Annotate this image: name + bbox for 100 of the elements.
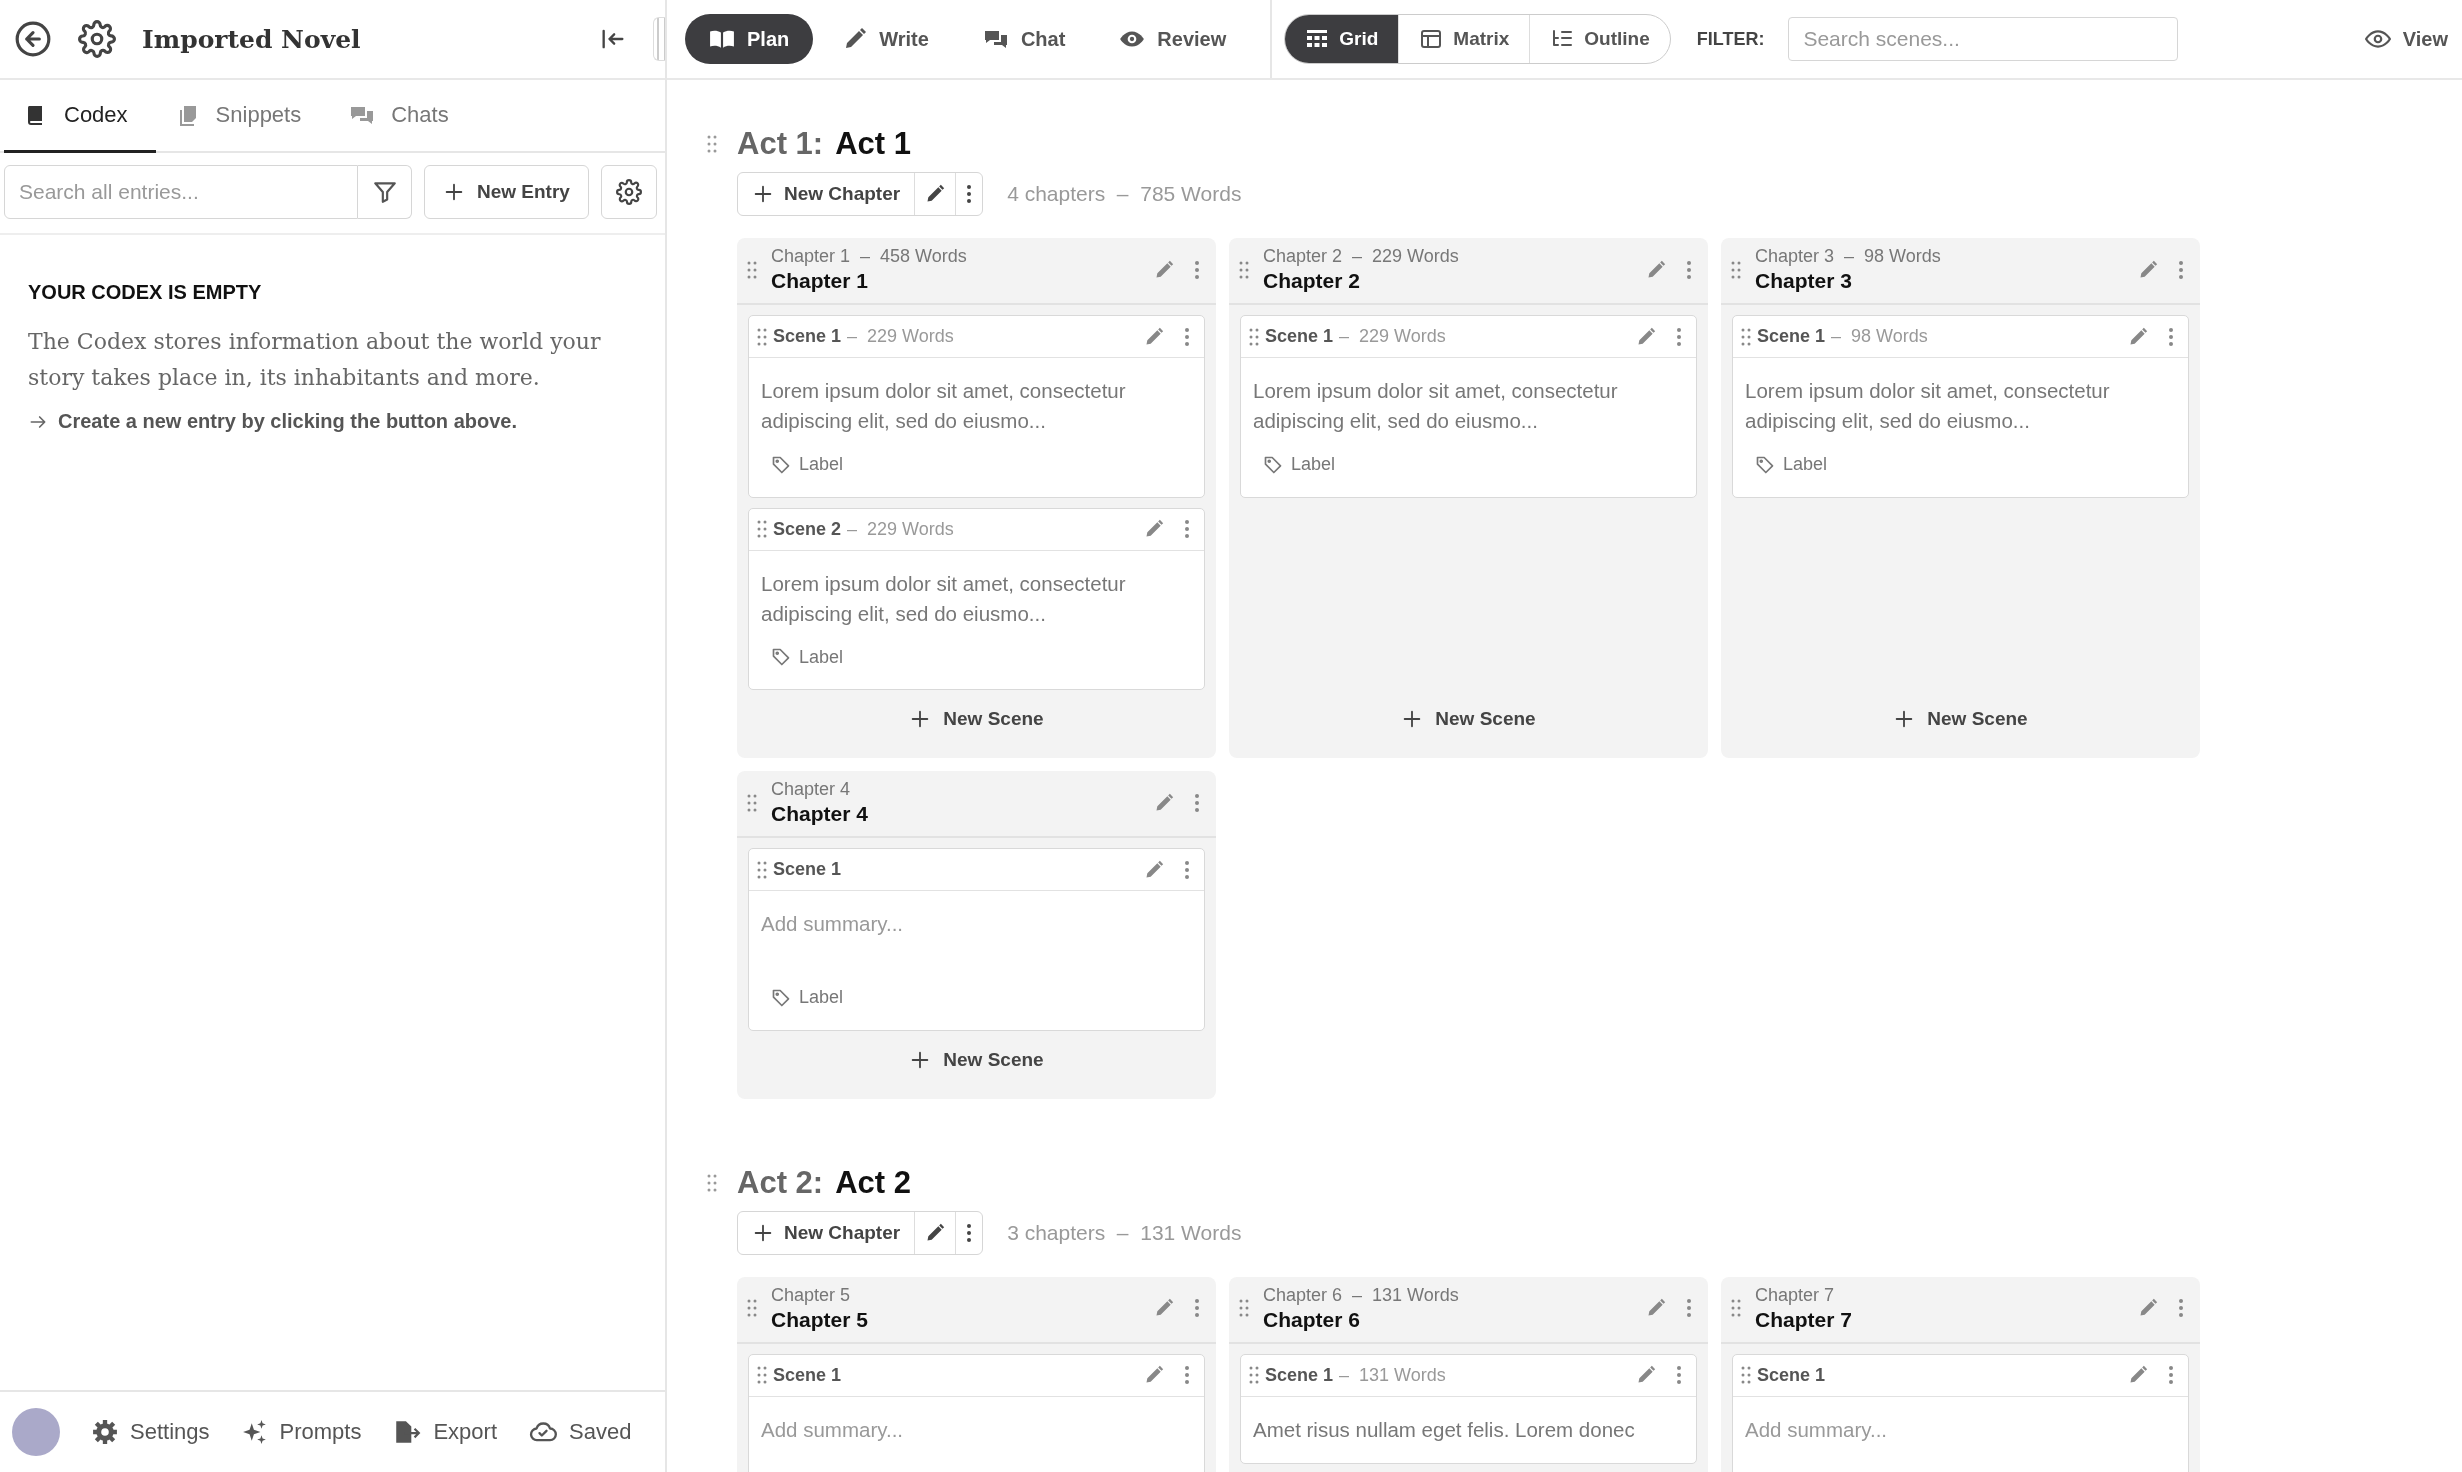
new-scene-button[interactable]: New Scene [737, 690, 1216, 748]
drag-handle-icon[interactable] [757, 519, 767, 539]
drag-handle-icon[interactable] [1741, 326, 1751, 347]
scene-word-count: – 98 Words [1831, 326, 1928, 347]
more-icon[interactable] [1194, 792, 1200, 813]
pencil-icon[interactable] [1154, 792, 1174, 813]
resize-handle[interactable] [653, 17, 665, 61]
drag-handle-icon[interactable] [707, 1172, 717, 1193]
drag-handle-icon[interactable] [1239, 1298, 1249, 1318]
drag-handle-icon[interactable] [747, 1298, 757, 1318]
drag-handle-icon[interactable] [1741, 1365, 1751, 1385]
pencil-icon[interactable] [1636, 1365, 1656, 1385]
scene-word-count: – 229 Words [847, 326, 954, 347]
drag-handle-icon[interactable] [707, 134, 717, 154]
pencil-icon[interactable] [1144, 1365, 1164, 1385]
more-icon[interactable] [1676, 1365, 1682, 1385]
pencil-icon[interactable] [2138, 1298, 2158, 1318]
scene-search-field[interactable]: Search scenes... [1788, 17, 2179, 61]
drag-handle-icon[interactable] [757, 326, 767, 347]
more-icon[interactable] [1686, 259, 1692, 280]
more-icon[interactable] [1184, 859, 1190, 880]
label-tag[interactable]: Label [771, 987, 844, 1008]
drag-handle-icon[interactable] [757, 1365, 767, 1385]
pencil-icon[interactable] [1144, 326, 1164, 347]
filter-button[interactable] [358, 165, 412, 219]
mode-tab[interactable]: Review [1095, 14, 1251, 64]
pencil-icon[interactable] [1144, 859, 1164, 880]
more-icon[interactable] [2178, 1298, 2184, 1318]
more-icon[interactable] [1184, 326, 1190, 347]
new-chapter-button[interactable]: New Chapter [738, 173, 915, 215]
pencil-icon[interactable] [1636, 326, 1656, 347]
more-icon[interactable] [1184, 1365, 1190, 1385]
scene-title: Scene 1 [773, 859, 842, 880]
more-icon[interactable] [2178, 259, 2184, 280]
filter-icon [371, 179, 398, 205]
sidebar-tab[interactable]: Chats [329, 80, 477, 153]
mode-tab[interactable]: Chat [958, 14, 1090, 64]
drag-handle-icon[interactable] [1239, 259, 1249, 280]
label-tag[interactable]: Label [771, 454, 844, 475]
pencil-icon[interactable] [1646, 1298, 1666, 1318]
settings-button[interactable] [600, 165, 657, 219]
pencil-icon[interactable] [1154, 259, 1174, 280]
view-tab[interactable]: Outline [1529, 15, 1670, 63]
scene-word-count: – 131 Words [1339, 1364, 1446, 1386]
more-icon[interactable] [2168, 326, 2174, 347]
footer-export-button[interactable]: Export [393, 1419, 497, 1445]
settings-icon[interactable] [78, 20, 116, 58]
drag-handle-icon[interactable] [1731, 1298, 1741, 1318]
act-title: Act 1 [835, 126, 911, 162]
footer-prompts-button[interactable]: Prompts [241, 1419, 362, 1445]
tag-icon [771, 454, 791, 475]
new-scene-button[interactable]: New Scene [1721, 690, 2200, 748]
pencil-icon[interactable] [1154, 1298, 1174, 1318]
more-icon[interactable] [1194, 1298, 1200, 1318]
label-tag[interactable]: Label [1755, 454, 1828, 475]
pencil-icon[interactable] [2128, 1365, 2148, 1385]
label-tag[interactable]: Label [771, 646, 844, 668]
chapter-meta: Chapter 7 [1755, 1284, 1836, 1306]
more-icon[interactable] [1686, 1298, 1692, 1318]
new-entry-button[interactable]: New Entry [424, 165, 589, 219]
search-field[interactable]: Search all entries... [4, 165, 358, 219]
sidebar-tab[interactable]: Codex [4, 80, 156, 153]
new-scene-button[interactable]: New Scene [737, 1030, 1216, 1089]
scene-title: Scene 1 [1265, 1364, 1334, 1386]
footer-saved-status: Saved [529, 1418, 632, 1446]
settings-icon [92, 1419, 118, 1445]
mode-tab[interactable]: Plan [685, 14, 814, 64]
new-scene-button[interactable]: New Scene [1229, 690, 1708, 748]
view-tab[interactable]: Grid [1285, 15, 1399, 63]
mode-tab[interactable]: Write [819, 14, 953, 64]
drag-handle-icon[interactable] [1731, 259, 1741, 280]
avatar[interactable] [12, 1408, 60, 1456]
filter-label: FILTER: [1696, 28, 1765, 50]
app-title: Imported Novel [142, 24, 361, 54]
pencil-icon [925, 184, 946, 204]
pencil-icon[interactable] [1646, 259, 1666, 280]
pencil-icon[interactable] [2138, 259, 2158, 280]
drag-handle-icon[interactable] [1249, 1365, 1259, 1385]
chapter-meta: Chapter 1 – 458 Words [771, 246, 967, 267]
more-icon[interactable] [1194, 259, 1200, 280]
sidebar-tab[interactable]: Snippets [155, 80, 330, 153]
pencil-icon[interactable] [1144, 519, 1164, 539]
drag-handle-icon[interactable] [747, 259, 757, 280]
more-icon[interactable] [2168, 1365, 2174, 1385]
more-icon[interactable] [1676, 326, 1682, 347]
pencil-icon[interactable] [2128, 326, 2148, 347]
drag-handle-icon[interactable] [747, 792, 757, 813]
chapter-title: Chapter 1 [771, 269, 869, 293]
back-icon[interactable] [14, 20, 52, 58]
file-export-icon [393, 1419, 422, 1445]
footer-settings-button[interactable]: Settings [92, 1419, 210, 1445]
drag-handle-icon[interactable] [757, 859, 767, 880]
chapter-title: Chapter 7 [1755, 1307, 1852, 1332]
view-tab[interactable]: Matrix [1398, 15, 1530, 63]
view-button[interactable]: View [2364, 26, 2448, 52]
new-chapter-button[interactable]: New Chapter [738, 1211, 915, 1254]
label-tag[interactable]: Label [1263, 454, 1336, 475]
more-icon[interactable] [1184, 519, 1190, 539]
drag-handle-icon[interactable] [1249, 326, 1259, 347]
chapter-meta: Chapter 3 – 98 Words [1755, 246, 1941, 267]
